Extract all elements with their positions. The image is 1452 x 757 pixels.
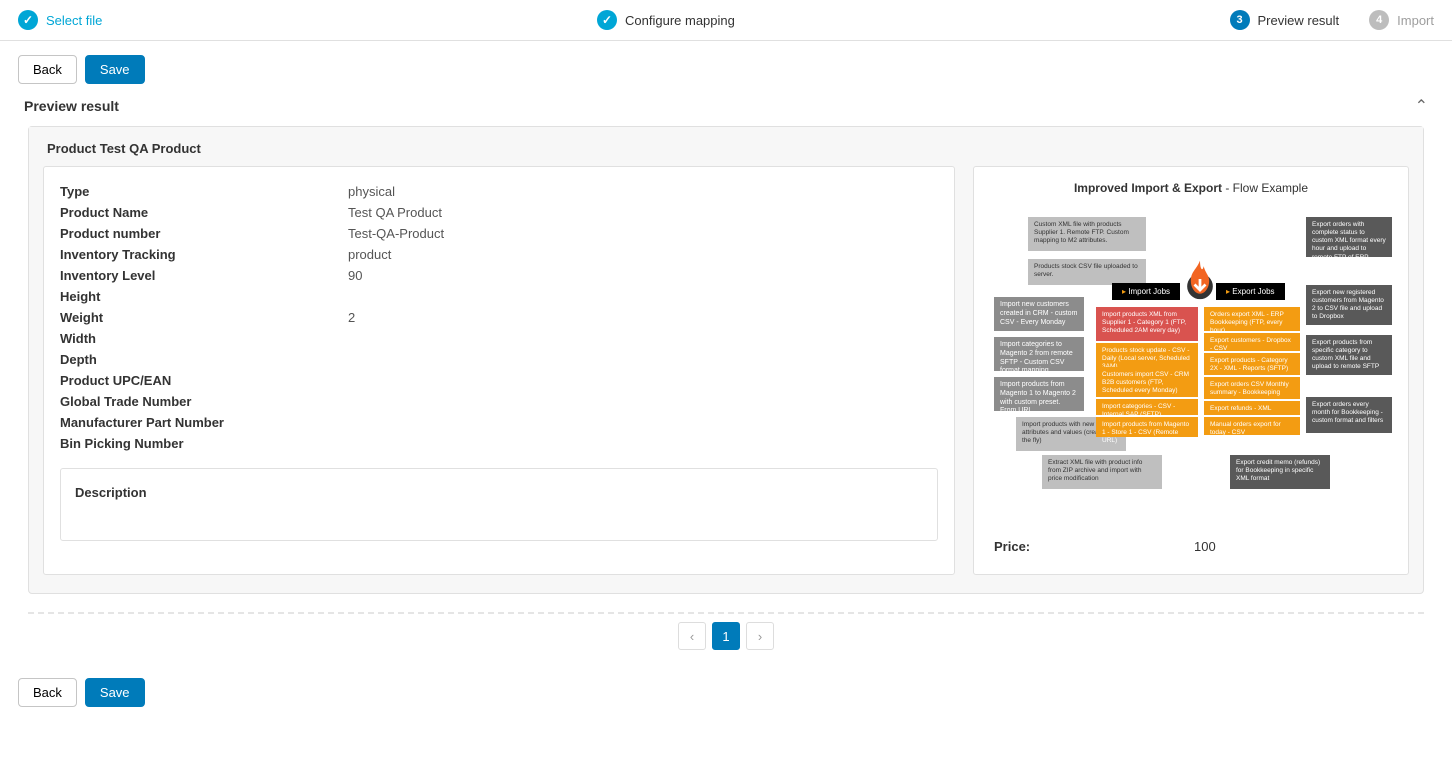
step-number-icon: 3 [1230,10,1250,30]
price-value: 100 [1194,539,1216,554]
product-details-panel: TypephysicalProduct NameTest QA ProductP… [43,166,955,575]
next-page-button[interactable]: › [746,622,774,650]
section-title: Preview result [24,98,119,114]
diagram-node: Export orders CSV Monthly summary - Book… [1204,377,1300,399]
step-label: Import [1397,13,1434,28]
card-title: Product Test QA Product [29,127,1423,166]
description-label: Description [75,485,923,500]
attribute-row: Manufacturer Part Number [60,412,938,433]
product-image-panel: Improved Import & Export - Flow Example … [973,166,1409,575]
attribute-row: Typephysical [60,181,938,202]
diagram-node: Import new customers created in CRM - cu… [994,297,1084,331]
prev-page-button[interactable]: ‹ [678,622,706,650]
attribute-label: Inventory Level [60,268,348,283]
attribute-value: Test-QA-Product [348,226,444,241]
diagram-node: Import categories - CSV - Internal SAP (… [1096,399,1198,415]
step-label: Preview result [1258,13,1340,28]
attribute-label: Inventory Tracking [60,247,348,262]
step-label: Configure mapping [625,13,735,28]
diagram-node: Export products - Category 2X - XML - Re… [1204,353,1300,375]
diagram-node: Export orders with complete status to cu… [1306,217,1392,257]
step-select-file[interactable]: Select file [18,10,102,30]
attribute-row: Global Trade Number [60,391,938,412]
attribute-label: Type [60,184,348,199]
diagram-node: Import products from Magento 1 - Store 1… [1096,417,1198,437]
diagram-node: Import products XML from Supplier 1 - Ca… [1096,307,1198,341]
attribute-value: Test QA Product [348,205,442,220]
price-row: Price: 100 [986,533,1396,560]
attribute-row: Inventory Trackingproduct [60,244,938,265]
attribute-value: physical [348,184,395,199]
step-number-icon: 4 [1369,10,1389,30]
diagram-title: Improved Import & Export - Flow Example [986,181,1396,195]
attribute-label: Bin Picking Number [60,436,348,451]
diagram-node: Orders export XML - ERP Bookkeeping (FTP… [1204,307,1300,331]
export-jobs-label: ▸ Export Jobs [1216,283,1285,300]
attribute-label: Height [60,289,348,304]
diagram-node: Extract XML file with product info from … [1042,455,1162,489]
step-import: 4 Import [1369,10,1434,30]
diagram-node: Manual orders export for today - CSV [1204,417,1300,435]
diagram-node: Export credit memo (refunds) for Bookkee… [1230,455,1330,489]
diagram-node: Products stock update - CSV - Daily (Loc… [1096,343,1198,367]
save-button[interactable]: Save [85,678,145,707]
attribute-row: Product numberTest-QA-Product [60,223,938,244]
attribute-row: Product NameTest QA Product [60,202,938,223]
attribute-row: Depth [60,349,938,370]
diagram-node: Import products from Magento 1 to Magent… [994,377,1084,411]
diagram-node: Custom XML file with products Supplier 1… [1028,217,1146,251]
step-configure-mapping[interactable]: Configure mapping [597,10,735,30]
check-icon [18,10,38,30]
diagram-node: Customers import CSV - CRM B2B customers… [1096,367,1198,397]
check-icon [597,10,617,30]
attribute-label: Width [60,331,348,346]
diagram-node: Export customers - Dropbox - CSV [1204,333,1300,351]
step-preview-result[interactable]: 3 Preview result [1230,10,1340,30]
wizard-stepper: Select file Configure mapping 3 Preview … [0,0,1452,41]
attribute-value: product [348,247,391,262]
diagram-node: Export orders every month for Bookkeepin… [1306,397,1392,433]
fire-icon [1178,257,1222,301]
diagram-node: Export products from specific category t… [1306,335,1392,375]
save-button[interactable]: Save [85,55,145,84]
attribute-label: Weight [60,310,348,325]
step-label: Select file [46,13,102,28]
attribute-row: Product UPC/EAN [60,370,938,391]
top-toolbar: Back Save [0,41,1452,90]
page-button-1[interactable]: 1 [712,622,740,650]
attribute-row: Bin Picking Number [60,433,938,454]
attribute-label: Product number [60,226,348,241]
attribute-row: Width [60,328,938,349]
bottom-toolbar: Back Save [0,664,1452,721]
attribute-label: Manufacturer Part Number [60,415,348,430]
section-header: Preview result ⌃ [0,90,1452,126]
attribute-row: Weight2 [60,307,938,328]
import-jobs-label: ▸ Import Jobs [1112,283,1180,300]
back-button[interactable]: Back [18,55,77,84]
diagram-node: Export refunds - XML [1204,401,1300,415]
attribute-value: 90 [348,268,362,283]
attribute-label: Product Name [60,205,348,220]
preview-card: Product Test QA Product TypephysicalProd… [28,126,1424,594]
diagram-node: Import categories to Magento 2 from remo… [994,337,1084,371]
attribute-row: Inventory Level90 [60,265,938,286]
attribute-label: Global Trade Number [60,394,348,409]
price-label: Price: [994,539,1194,554]
attribute-label: Product UPC/EAN [60,373,348,388]
diagram-node: Export new registered customers from Mag… [1306,285,1392,325]
description-box: Description [60,468,938,541]
back-button[interactable]: Back [18,678,77,707]
attribute-label: Depth [60,352,348,367]
pagination: ‹ 1 › [0,614,1452,664]
chevron-up-icon[interactable]: ⌃ [1415,96,1428,116]
attribute-value: 2 [348,310,355,325]
attribute-row: Height [60,286,938,307]
flow-diagram: ▸ Import Jobs ▸ Export Jobs Custom XML f… [986,209,1398,519]
